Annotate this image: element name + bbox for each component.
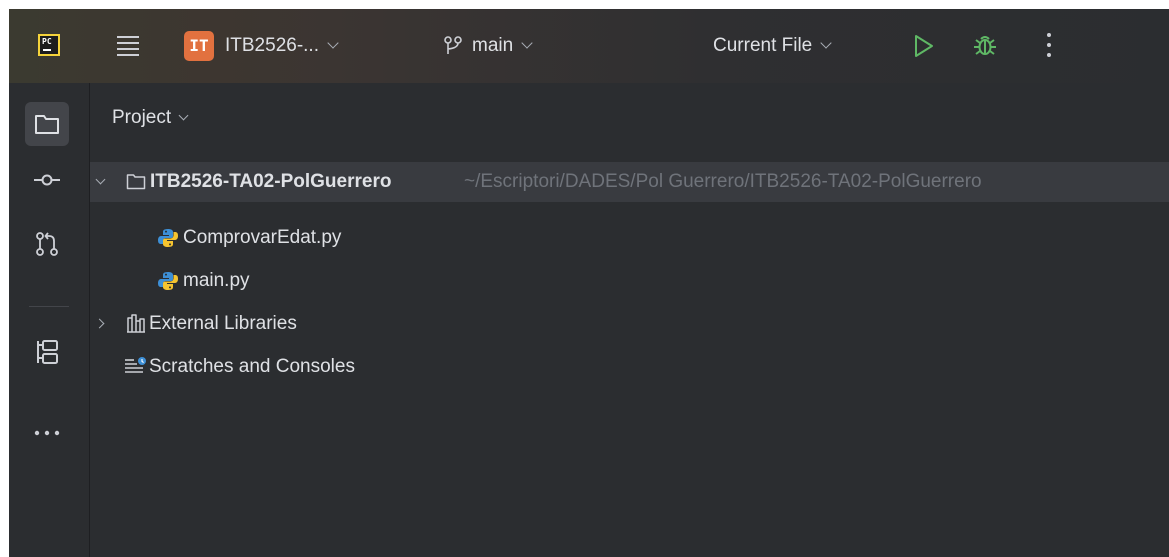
structure-icon xyxy=(37,340,58,364)
chevron-down-icon xyxy=(178,110,189,120)
folder-icon xyxy=(35,115,59,134)
panel-title: Project xyxy=(112,107,172,128)
expand-arrow-icon[interactable] xyxy=(95,174,106,185)
tree-item-label: main.py xyxy=(183,270,250,291)
tree-item-file[interactable]: main.py xyxy=(90,261,1169,301)
main-menu-icon[interactable] xyxy=(117,36,139,56)
structure-tool-button[interactable] xyxy=(25,330,69,374)
project-path: ~/Escriptori/DADES/Pol Guerrero/ITB2526-… xyxy=(464,171,982,192)
folder-icon xyxy=(126,174,146,190)
project-view-selector[interactable]: Project xyxy=(112,107,189,129)
tool-window-strip xyxy=(9,83,90,557)
tree-item-label: External Libraries xyxy=(149,313,297,334)
project-tool-button[interactable] xyxy=(25,102,69,146)
ide-window: PC IT ITB2526-... main Current File Proj… xyxy=(0,0,1169,557)
branch-name: main xyxy=(472,35,514,56)
tree-item-label: Scratches and Consoles xyxy=(149,356,355,377)
debug-icon[interactable] xyxy=(973,33,997,57)
project-panel: Project ITB2526-TA02-PolGuerrero ~/Escri… xyxy=(90,83,1169,557)
chevron-down-icon xyxy=(327,37,339,49)
pull-requests-tool-button[interactable] xyxy=(25,222,69,266)
expand-arrow-icon[interactable] xyxy=(94,318,105,329)
more-actions-icon[interactable] xyxy=(1046,32,1052,58)
pull-request-icon xyxy=(36,232,58,256)
run-icon[interactable] xyxy=(913,34,935,58)
run-config-label: Current File xyxy=(713,35,813,56)
commit-icon xyxy=(34,174,60,186)
pycharm-logo-icon[interactable]: PC xyxy=(38,34,60,56)
commit-tool-button[interactable] xyxy=(25,158,69,202)
chevron-down-icon xyxy=(820,37,832,49)
project-selector[interactable]: ITB2526-... xyxy=(225,26,339,66)
tree-item-scratches[interactable]: Scratches and Consoles xyxy=(90,347,1169,387)
tree-item-label: ComprovarEdat.py xyxy=(183,227,342,248)
branch-selector[interactable]: main xyxy=(443,26,533,66)
run-config-selector[interactable]: Current File xyxy=(713,26,832,66)
library-icon xyxy=(127,314,145,333)
git-branch-icon xyxy=(444,36,462,54)
tree-item-file[interactable]: ComprovarEdat.py xyxy=(90,218,1169,258)
scratches-icon xyxy=(125,357,146,373)
python-file-icon xyxy=(158,229,178,247)
tree-item-label: ITB2526-TA02-PolGuerrero xyxy=(150,171,392,192)
tree-item-external-libraries[interactable]: External Libraries xyxy=(90,304,1169,344)
chevron-down-icon xyxy=(521,37,533,49)
title-bar: PC IT ITB2526-... main Current File xyxy=(9,9,1169,83)
more-tool-windows-button[interactable] xyxy=(25,411,69,455)
project-name: ITB2526-... xyxy=(225,35,319,56)
tool-separator xyxy=(29,306,69,307)
project-badge[interactable]: IT xyxy=(184,31,214,61)
more-icon xyxy=(34,430,60,436)
python-file-icon xyxy=(158,272,178,290)
tree-item-project-root[interactable]: ITB2526-TA02-PolGuerrero ~/Escriptori/DA… xyxy=(90,162,1169,202)
